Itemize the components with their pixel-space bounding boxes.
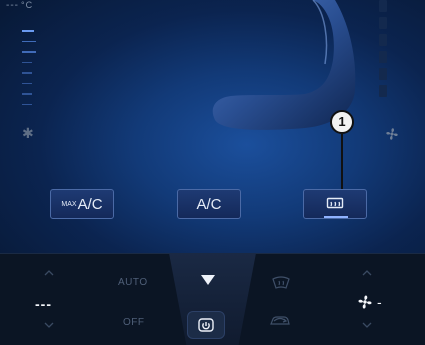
power-icon — [198, 318, 214, 332]
top-temp-value: --- — [6, 0, 19, 11]
temp-unit: °C — [21, 0, 34, 10]
fan-level-readout: - — [357, 294, 382, 310]
fan-bar — [379, 85, 387, 97]
temp-tick — [22, 30, 34, 32]
callout-line — [341, 134, 343, 194]
ac-label: A/C — [196, 195, 222, 213]
windshield-defrost-icon[interactable] — [271, 275, 291, 291]
chevron-up-icon[interactable] — [44, 268, 54, 278]
left-temperature-value: --- — [35, 296, 52, 312]
top-temperature-readout: --- °C — [6, 0, 33, 11]
auto-button[interactable]: AUTO — [118, 277, 148, 288]
chevron-up-icon[interactable] — [362, 268, 372, 278]
rear-defrost-icon — [326, 197, 344, 209]
snowflake-icon: ✱ — [22, 125, 34, 141]
callout-number: 1 — [330, 110, 354, 134]
fan-bar — [379, 17, 387, 29]
temp-tick — [22, 103, 32, 105]
arrow-down-icon[interactable] — [201, 275, 215, 285]
max-ac-button[interactable]: MAX A/C — [50, 189, 114, 219]
fan-speed-scale — [379, 0, 387, 110]
callout-marker: 1 — [330, 110, 356, 194]
fan-bar — [379, 51, 387, 63]
fan-bar — [379, 0, 387, 12]
temp-tick — [22, 93, 32, 95]
fan-bar — [379, 68, 387, 80]
max-ac-label: A/C — [77, 195, 103, 213]
active-indicator — [324, 216, 348, 218]
fan-icon — [358, 295, 372, 309]
off-button[interactable]: OFF — [123, 317, 145, 328]
max-label: MAX — [61, 200, 77, 208]
fan-icon — [385, 127, 399, 144]
rear-defrost-button[interactable] — [303, 189, 367, 219]
temp-tick — [22, 61, 32, 63]
power-button[interactable] — [187, 311, 225, 339]
temp-tick — [22, 82, 32, 84]
ac-button[interactable]: A/C — [177, 189, 241, 219]
climate-screen: --- °C ✱ 1 MAX A/C A/C --- AUTO OFF - — [0, 0, 425, 345]
temp-tick — [22, 40, 36, 42]
recirculation-icon[interactable] — [268, 314, 292, 328]
temp-tick — [22, 72, 32, 74]
fan-level-value: - — [377, 294, 382, 310]
temp-tick — [22, 51, 36, 53]
fan-bar — [379, 34, 387, 46]
chevron-down-icon[interactable] — [362, 320, 372, 330]
temperature-scale — [22, 30, 36, 110]
chevron-down-icon[interactable] — [44, 320, 54, 330]
